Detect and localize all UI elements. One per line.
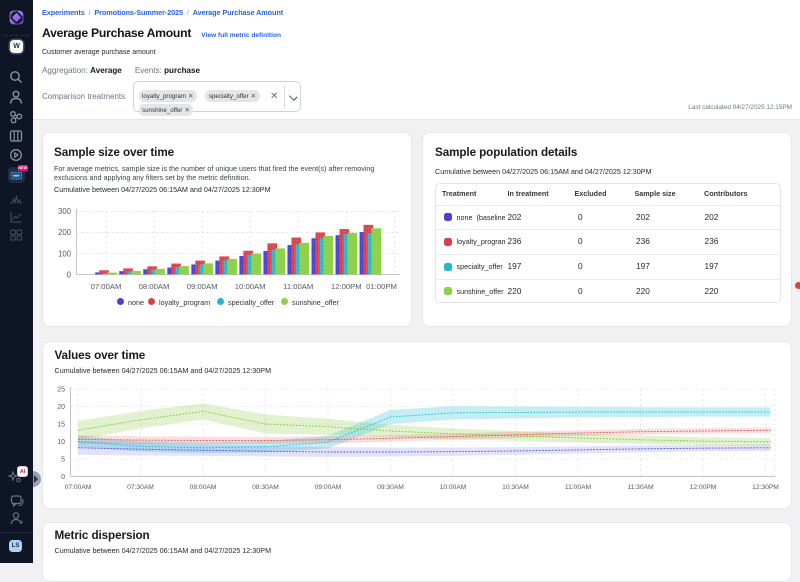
svg-text:15: 15: [57, 422, 65, 429]
svg-text:12:00PM: 12:00PM: [690, 484, 717, 491]
svg-text:25: 25: [57, 387, 65, 394]
svg-text:11:30AM: 11:30AM: [627, 484, 654, 491]
svg-text:07:30AM: 07:30AM: [127, 484, 154, 491]
svg-text:10:00AM: 10:00AM: [235, 282, 266, 291]
svg-text:08:00AM: 08:00AM: [190, 484, 217, 491]
svg-text:5: 5: [61, 457, 65, 464]
svg-text:01:00PM: 01:00PM: [366, 282, 397, 291]
svg-text:07:00AM: 07:00AM: [91, 282, 122, 291]
svg-text:11:00AM: 11:00AM: [565, 484, 592, 491]
svg-text:100: 100: [58, 249, 72, 258]
svg-text:08:00AM: 08:00AM: [139, 282, 170, 291]
svg-text:12:30PM: 12:30PM: [752, 484, 779, 491]
svg-text:09:00AM: 09:00AM: [187, 282, 218, 291]
svg-text:200: 200: [58, 228, 72, 237]
svg-text:10:30AM: 10:30AM: [502, 484, 529, 491]
svg-text:12:00PM: 12:00PM: [331, 282, 362, 291]
svg-text:0: 0: [67, 270, 72, 279]
svg-text:09:00AM: 09:00AM: [315, 484, 342, 491]
svg-text:0: 0: [61, 474, 65, 481]
svg-text:08:30AM: 08:30AM: [252, 484, 279, 491]
svg-text:300: 300: [58, 207, 72, 216]
svg-text:07:00AM: 07:00AM: [65, 484, 92, 491]
svg-text:10:00AM: 10:00AM: [440, 484, 467, 491]
svg-text:09:30AM: 09:30AM: [377, 484, 404, 491]
svg-text:20: 20: [57, 404, 65, 411]
svg-text:11:00AM: 11:00AM: [283, 282, 313, 291]
svg-text:10: 10: [57, 439, 65, 446]
